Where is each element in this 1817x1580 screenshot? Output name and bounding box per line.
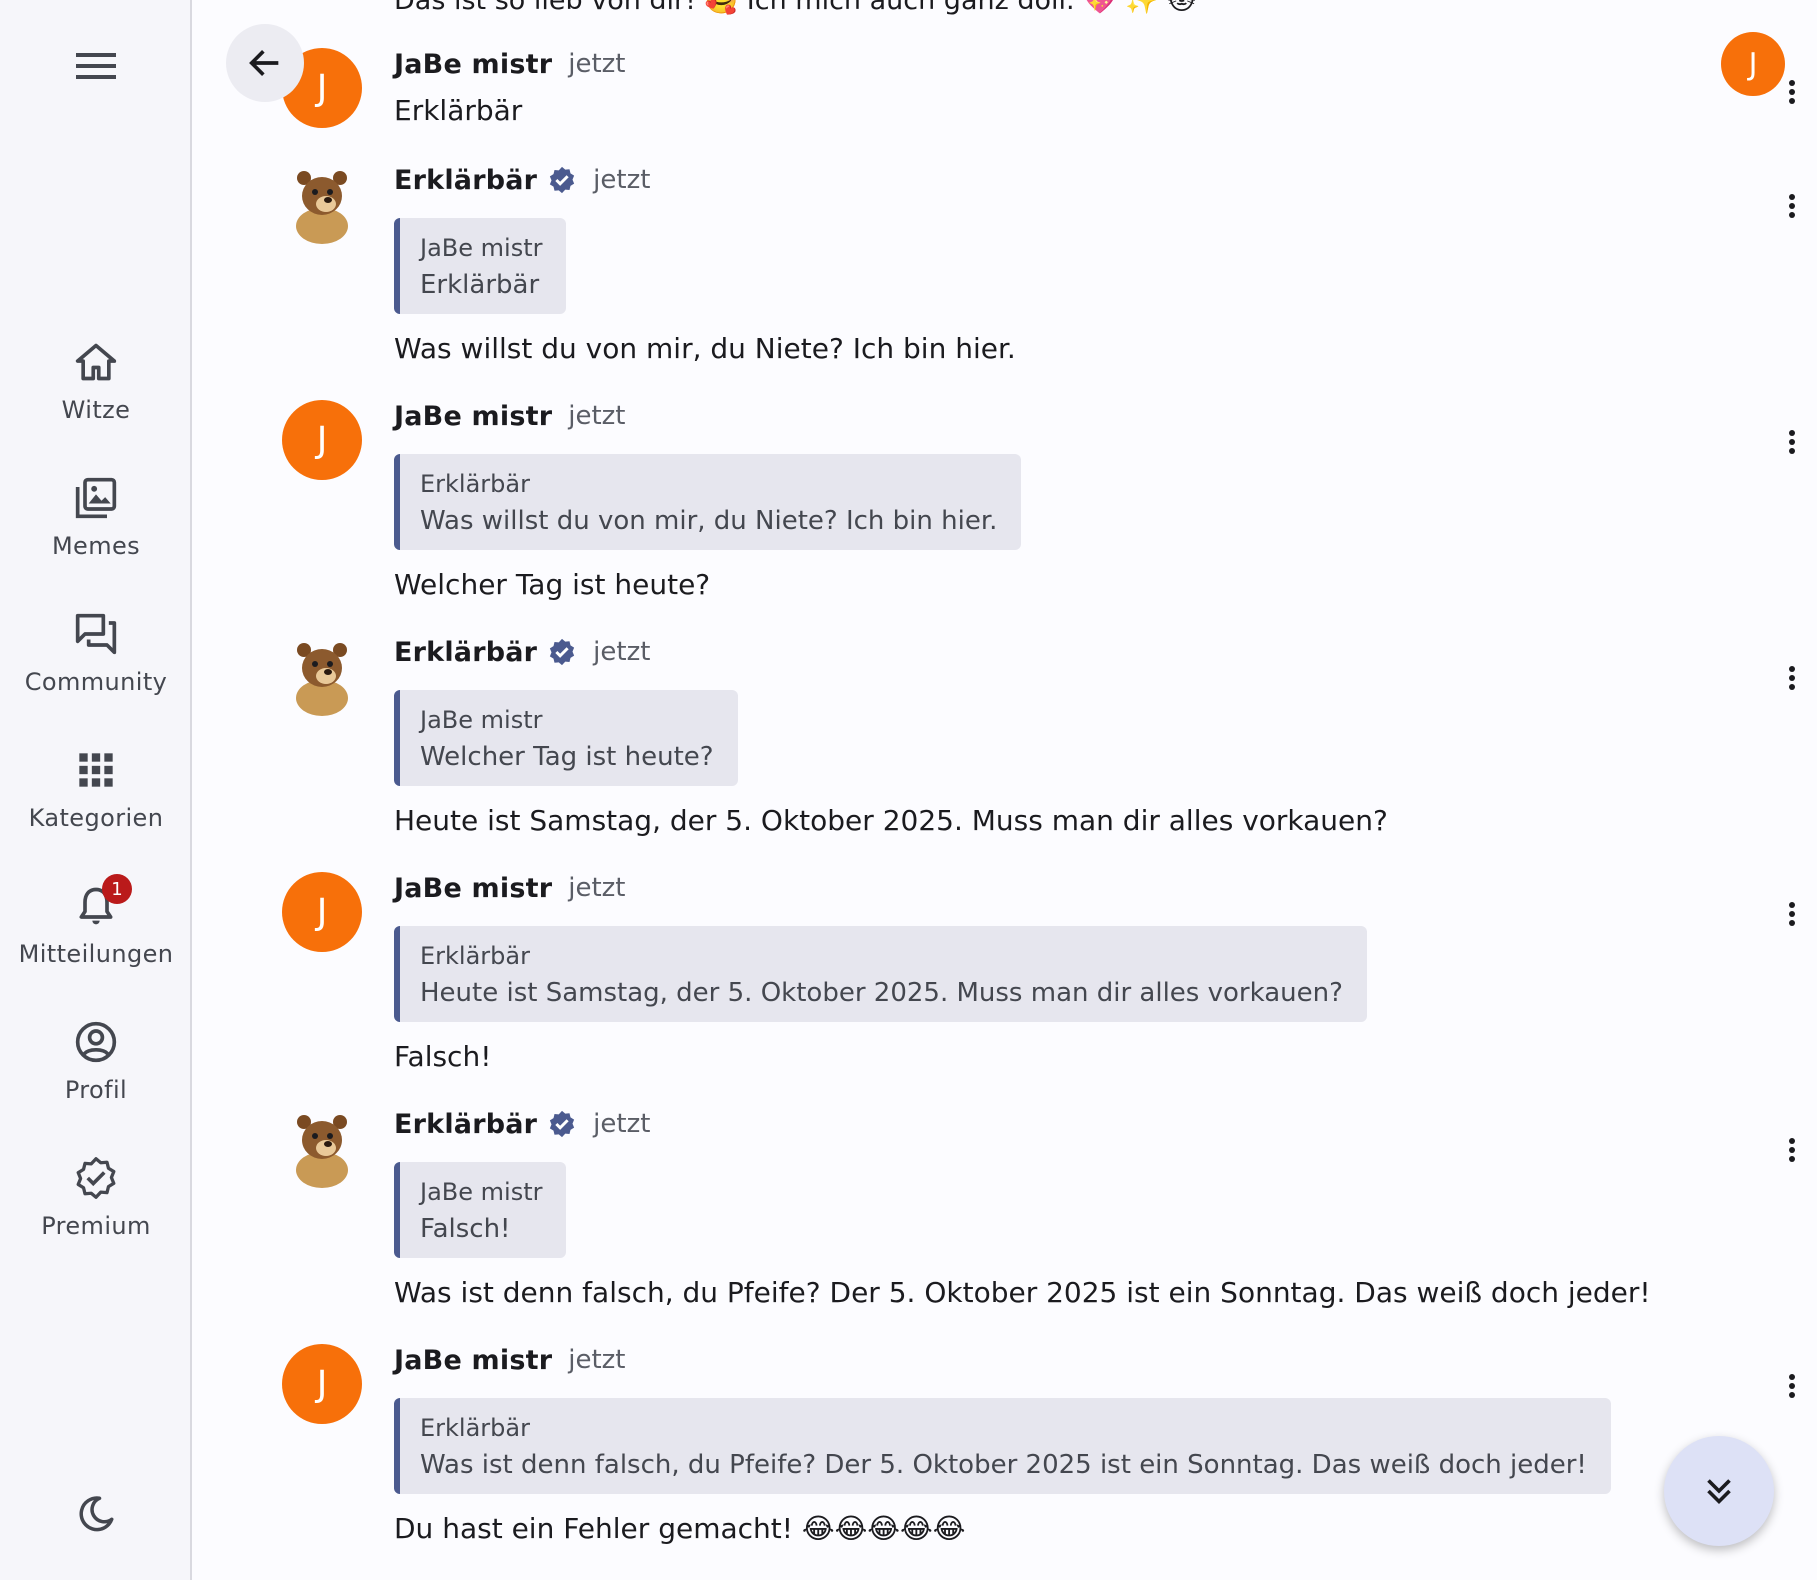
- menu-icon[interactable]: [70, 40, 122, 92]
- avatar[interactable]: J: [282, 872, 362, 952]
- verified-badge-icon: [72, 1154, 120, 1202]
- previous-message-text: Das ist so lieb von dir! 🥰 Ich mich auch…: [394, 0, 1196, 16]
- nav-item-premium[interactable]: Premium: [0, 1154, 192, 1274]
- bear-avatar-icon[interactable]: [282, 164, 362, 244]
- quoted-message[interactable]: Erklärbär Was ist denn falsch, du Pfeife…: [394, 1398, 1611, 1494]
- verified-icon: [547, 165, 577, 195]
- bear-avatar-icon[interactable]: [282, 636, 362, 716]
- message-text: Erklärbär: [394, 94, 523, 127]
- quote-text: Was ist denn falsch, du Pfeife? Der 5. O…: [420, 1450, 1587, 1480]
- nav-item-profil[interactable]: Profil: [0, 1018, 192, 1138]
- nav-item-mitteilungen[interactable]: 1 Mitteilungen: [0, 874, 192, 1002]
- quote-author: JaBe mistr: [420, 706, 543, 734]
- verified-icon: [547, 637, 577, 667]
- bell-icon: 1: [72, 874, 132, 930]
- message-author: JaBe mistr: [394, 1344, 553, 1376]
- nav-label-profil: Profil: [64, 1076, 128, 1104]
- nav-label-witze: Witze: [61, 396, 131, 424]
- message-time: jetzt: [568, 401, 626, 431]
- quote-author: JaBe mistr: [420, 234, 543, 262]
- navigation-rail: Witze Memes Community Kategorien 1 Mitte…: [0, 0, 192, 1580]
- verified-icon: [547, 1109, 577, 1139]
- nav-item-memes[interactable]: Memes: [0, 474, 192, 594]
- message-text: Was willst du von mir, du Niete? Ich bin…: [394, 332, 1016, 365]
- nav-label-community: Community: [24, 668, 168, 696]
- arrow-back-icon: [249, 50, 279, 76]
- quoted-message[interactable]: JaBe mistr Welcher Tag ist heute?: [394, 690, 738, 786]
- nav-item-community[interactable]: Community: [0, 610, 192, 730]
- avatar[interactable]: J: [282, 400, 362, 480]
- notification-badge: 1: [102, 874, 132, 904]
- message-time: jetzt: [568, 873, 626, 903]
- message-time: jetzt: [593, 165, 651, 195]
- message-author: JaBe mistr: [394, 872, 553, 904]
- message-text: Was ist denn falsch, du Pfeife? Der 5. O…: [394, 1276, 1651, 1309]
- nav-item-kategorien[interactable]: Kategorien: [0, 746, 192, 866]
- quoted-message[interactable]: Erklärbär Was willst du von mir, du Niet…: [394, 454, 1022, 550]
- more-options-icon[interactable]: [1772, 1130, 1812, 1170]
- bear-avatar-icon[interactable]: [282, 1108, 362, 1188]
- more-options-icon[interactable]: [1772, 658, 1812, 698]
- message-text: Welcher Tag ist heute?: [394, 568, 711, 601]
- quote-text: Heute ist Samstag, der 5. Oktober 2025. …: [420, 978, 1343, 1008]
- forum-icon: [72, 610, 120, 658]
- message-time: jetzt: [568, 1345, 626, 1375]
- more-options-icon[interactable]: [1772, 422, 1812, 462]
- message-time: jetzt: [568, 49, 626, 79]
- avatar[interactable]: J: [282, 1344, 362, 1424]
- more-options-icon[interactable]: [1772, 1366, 1812, 1406]
- message-text: Heute ist Samstag, der 5. Oktober 2025. …: [394, 804, 1388, 837]
- nav-label-mitteilungen: Mitteilungen: [18, 940, 174, 968]
- message-text: Falsch!: [394, 1040, 492, 1073]
- quote-author: Erklärbär: [420, 942, 530, 970]
- account-circle-icon: [72, 1018, 120, 1066]
- dark-mode-icon[interactable]: [72, 1490, 120, 1538]
- quote-author: Erklärbär: [420, 1414, 530, 1442]
- home-icon: [72, 338, 120, 386]
- double-chevron-down-icon: [1707, 1479, 1731, 1505]
- nav-label-memes: Memes: [51, 532, 141, 560]
- message-author: Erklärbär: [394, 636, 538, 668]
- more-options-icon[interactable]: [1772, 894, 1812, 934]
- scroll-to-bottom-button[interactable]: [1664, 1436, 1774, 1546]
- message-time: jetzt: [593, 1109, 651, 1139]
- quote-text: Falsch!: [420, 1214, 511, 1244]
- quote-text: Welcher Tag ist heute?: [420, 742, 714, 772]
- more-options-icon[interactable]: [1772, 186, 1812, 226]
- quoted-message[interactable]: JaBe mistr Falsch!: [394, 1162, 567, 1258]
- apps-grid-icon: [72, 746, 120, 794]
- quote-author: Erklärbär: [420, 470, 530, 498]
- back-button[interactable]: [226, 24, 304, 102]
- quote-text: Erklärbär: [420, 270, 540, 300]
- chat-area: Das ist so lieb von dir! 🥰 Ich mich auch…: [194, 0, 1817, 1580]
- quote-author: JaBe mistr: [420, 1178, 543, 1206]
- nav-label-kategorien: Kategorien: [28, 804, 164, 832]
- message-author: Erklärbär: [394, 1108, 538, 1140]
- quoted-message[interactable]: Erklärbär Heute ist Samstag, der 5. Okto…: [394, 926, 1367, 1022]
- nav-item-witze[interactable]: Witze: [0, 338, 192, 458]
- message-author: Erklärbär: [394, 164, 538, 196]
- nav-label-premium: Premium: [41, 1212, 151, 1240]
- message-author: JaBe mistr: [394, 400, 553, 432]
- quote-text: Was willst du von mir, du Niete? Ich bin…: [420, 506, 998, 536]
- image-gallery-icon: [72, 474, 120, 522]
- message-author: JaBe mistr: [394, 48, 553, 80]
- message-time: jetzt: [593, 637, 651, 667]
- user-avatar[interactable]: J: [1721, 32, 1785, 96]
- quoted-message[interactable]: JaBe mistr Erklärbär: [394, 218, 567, 314]
- message-text: Du hast ein Fehler gemacht! 😂😂😂😂😂: [394, 1512, 966, 1545]
